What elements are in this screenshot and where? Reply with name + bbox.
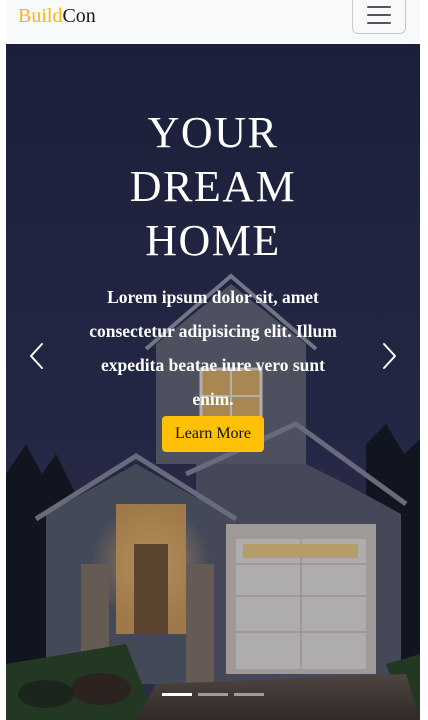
carousel-prev-button[interactable] — [22, 334, 52, 378]
brand-secondary: Con — [62, 5, 96, 27]
hero-carousel: YOUR DREAM HOME Lorem ipsum dolor sit, a… — [6, 44, 420, 720]
headline-line-2: DREAM — [129, 162, 297, 211]
navbar: BuildCon — [6, 0, 420, 44]
hamburger-menu-icon — [367, 5, 391, 25]
navbar-toggler-button[interactable] — [352, 0, 406, 34]
carousel-indicator-3[interactable] — [234, 693, 264, 696]
hero-headline: YOUR DREAM HOME — [68, 106, 358, 268]
page-frame: BuildCon YOUR DREAM HOME Lorem ipsum dol… — [6, 0, 420, 720]
brand-primary: Build — [18, 5, 63, 27]
hero-lead-text: Lorem ipsum dolor sit, amet consectetur … — [89, 287, 337, 409]
chevron-right-icon — [383, 343, 396, 369]
headline-line-3: HOME — [145, 216, 281, 265]
carousel-next-button[interactable] — [374, 334, 404, 378]
carousel-indicator-1[interactable] — [162, 693, 192, 696]
carousel-caption: YOUR DREAM HOME Lorem ipsum dolor sit, a… — [68, 106, 358, 452]
brand-logo[interactable]: BuildCon — [18, 4, 96, 28]
learn-more-button[interactable]: Learn More — [162, 416, 264, 452]
chevron-left-icon — [30, 343, 43, 369]
headline-line-1: YOUR — [147, 108, 279, 157]
carousel-indicator-2[interactable] — [198, 693, 228, 696]
